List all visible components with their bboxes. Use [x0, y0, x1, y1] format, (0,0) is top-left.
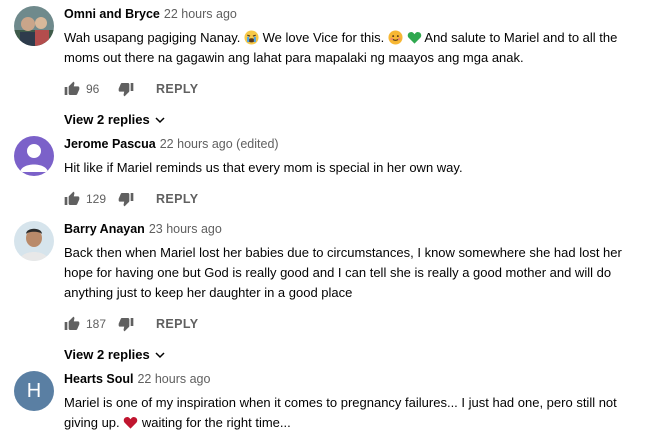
comment-header: Jerome Pascua 22 hours ago (edited): [64, 136, 650, 152]
comment-text: Hit like if Mariel reminds us that every…: [64, 160, 463, 175]
like-count: 129: [86, 192, 107, 206]
reply-button[interactable]: REPLY: [156, 82, 199, 96]
thumbs-up-icon[interactable]: [64, 316, 80, 332]
thumbs-up-icon[interactable]: [64, 81, 80, 97]
reply-button[interactable]: REPLY: [156, 317, 199, 331]
view-replies-label: View 2 replies: [64, 347, 150, 362]
view-replies-label: View 2 replies: [64, 112, 150, 127]
red-heart-icon: [124, 417, 138, 429]
comment-text: Wah usapang pagiging Nanay. We love Vice…: [64, 28, 650, 68]
comment-text: Back then when Mariel lost her babies du…: [64, 245, 622, 300]
green-heart-icon: [407, 32, 421, 44]
author-name[interactable]: Barry Anayan: [64, 222, 145, 236]
avatar-letter: H: [26, 379, 42, 402]
default-avatar-icon: [14, 136, 54, 176]
thumbs-down-icon[interactable]: [118, 191, 134, 207]
author-name[interactable]: Jerome Pascua: [64, 137, 156, 151]
thumbs-up-icon[interactable]: [64, 191, 80, 207]
like-count: 187: [86, 317, 107, 331]
avatar-photo-icon: [14, 221, 54, 261]
avatar[interactable]: [14, 221, 54, 261]
chevron-down-icon: [155, 351, 165, 358]
view-replies-button[interactable]: View 2 replies: [64, 112, 650, 127]
comment-text-part: We love Vice for this.: [262, 30, 385, 45]
view-replies-button[interactable]: View 2 replies: [64, 347, 650, 362]
comment-timestamp[interactable]: 22 hours ago: [164, 7, 237, 21]
comment-text-part: Wah usapang pagiging Nanay.: [64, 30, 241, 45]
chevron-down-icon: [155, 116, 165, 123]
comment-text: Mariel is one of my inspiration when it …: [64, 393, 650, 433]
comment-actions: 96 REPLY: [64, 77, 650, 101]
comment-text-part: waiting for the right time...: [141, 415, 291, 430]
comment-header: Omni and Bryce 22 hours ago: [64, 6, 650, 22]
author-name[interactable]: Hearts Soul: [64, 372, 133, 386]
like-count: 96: [86, 82, 100, 96]
avatar-photo-icon: [14, 6, 54, 46]
thumbs-down-icon[interactable]: [118, 81, 134, 97]
avatar[interactable]: [14, 136, 54, 176]
avatar[interactable]: [14, 6, 54, 46]
crying-emoji-icon: [244, 30, 259, 45]
comment-actions: 129 REPLY: [64, 187, 650, 211]
comment-header: Barry Anayan 23 hours ago: [64, 221, 650, 237]
comment-timestamp[interactable]: 23 hours ago: [149, 222, 222, 236]
avatar[interactable]: H: [14, 371, 54, 411]
comment-timestamp[interactable]: 22 hours ago (edited): [160, 137, 279, 151]
comment-actions: 187 REPLY: [64, 312, 650, 336]
thumbs-down-icon[interactable]: [118, 316, 134, 332]
comment-timestamp[interactable]: 22 hours ago: [137, 372, 210, 386]
author-name[interactable]: Omni and Bryce: [64, 7, 160, 21]
smiling-emoji-icon: [388, 30, 403, 45]
comment-header: Hearts Soul 22 hours ago: [64, 371, 650, 387]
reply-button[interactable]: REPLY: [156, 192, 199, 206]
